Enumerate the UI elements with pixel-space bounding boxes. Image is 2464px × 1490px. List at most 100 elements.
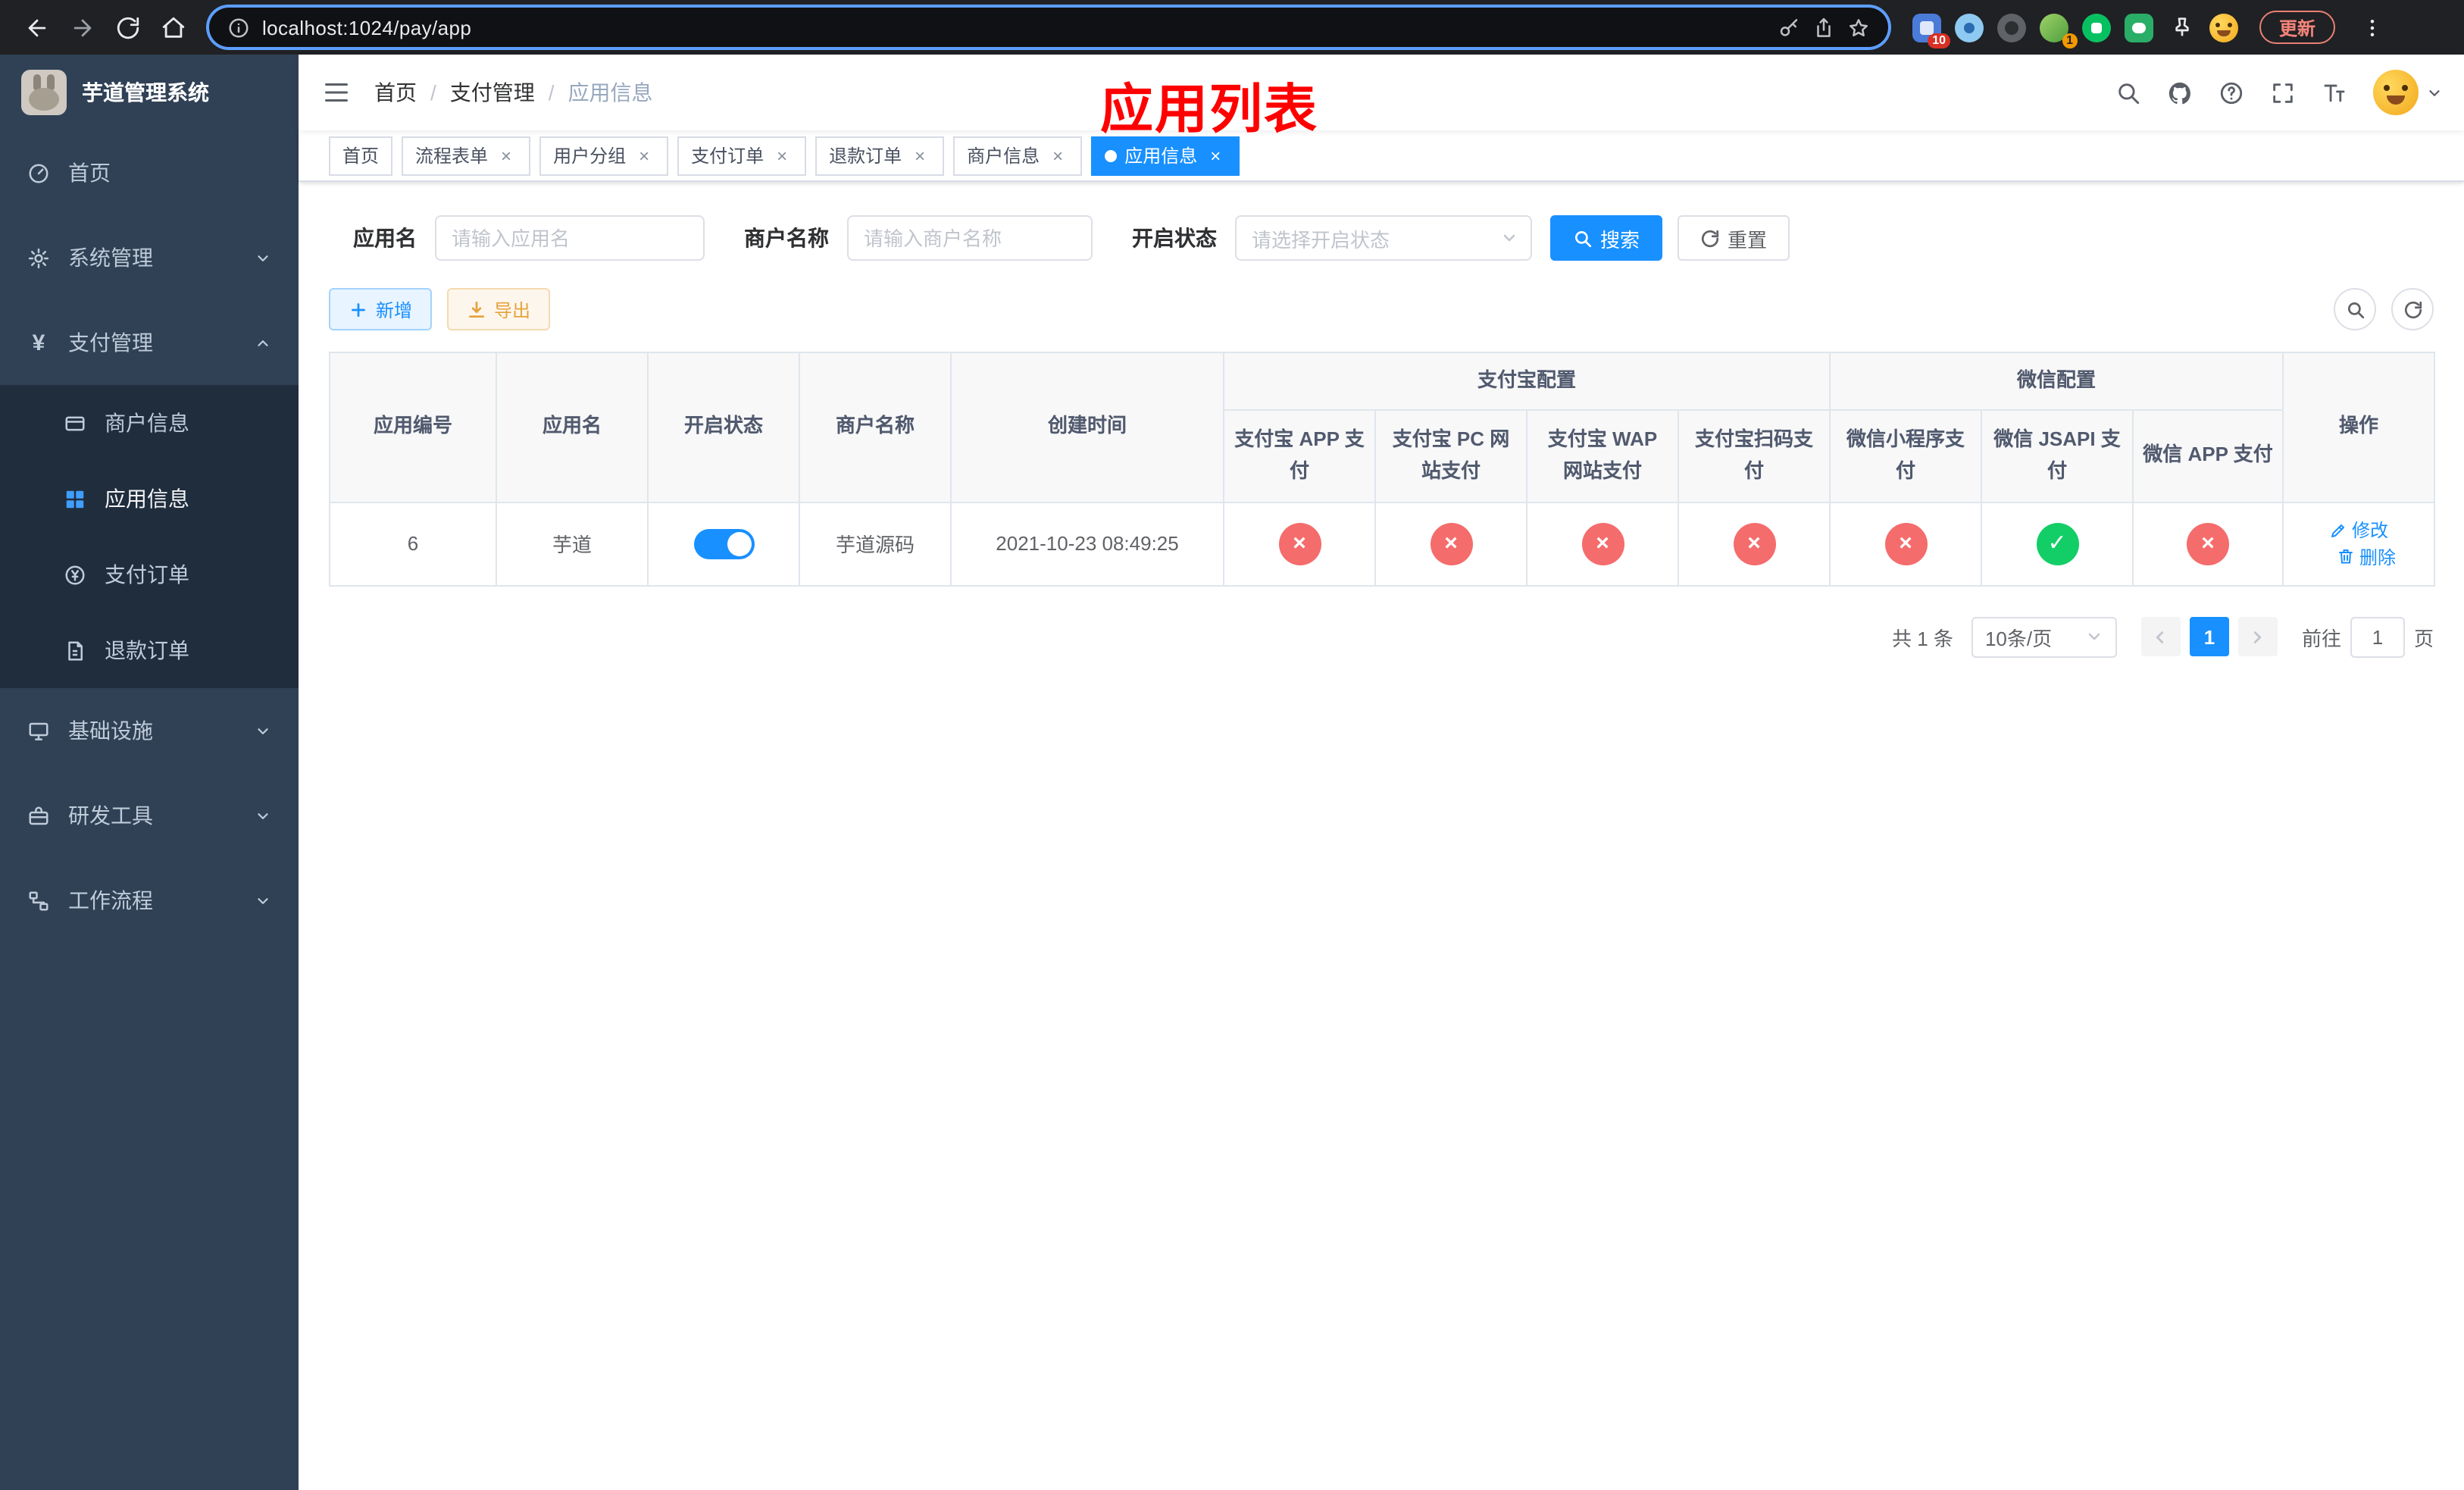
status-icon: ×: [1278, 522, 1321, 565]
tab-refund-order[interactable]: 退款订单 ×: [815, 136, 945, 175]
status-select[interactable]: 请选择开启状态: [1235, 215, 1532, 261]
help-icon[interactable]: [2219, 80, 2244, 105]
cell-app-name: 芋道: [496, 501, 649, 587]
column-header: 支付宝 WAP 网站支付: [1526, 409, 1679, 503]
sidebar-item-infrastructure[interactable]: 基础设施: [0, 688, 299, 773]
tab-process-form[interactable]: 流程表单 ×: [402, 136, 531, 175]
extension-wechat-icon[interactable]: [2125, 13, 2153, 42]
sidebar-item-label: 研发工具: [68, 803, 153, 828]
filter-form: 应用名 商户名称 开启状态 请选择开启状态: [329, 215, 2434, 261]
site-info-icon[interactable]: [227, 16, 250, 39]
sidebar-item-label: 基础设施: [68, 718, 153, 743]
toolbox-icon: [27, 804, 50, 827]
tab-label: 支付订单: [691, 146, 765, 167]
bookmark-star-icon[interactable]: [1847, 16, 1870, 39]
browser-update-button[interactable]: 更新: [2259, 11, 2336, 44]
page-number-current[interactable]: 1: [2189, 617, 2229, 657]
merchant-name-input[interactable]: [847, 215, 1093, 261]
app-table: 应用编号 应用名 开启状态 商户名称 创建时间 支付宝配置 微信配置 操作 支付…: [329, 352, 2436, 587]
github-icon[interactable]: [2167, 80, 2193, 105]
status-icon: ✓: [2036, 522, 2079, 565]
sidebar-item-pay-order[interactable]: 支付订单: [0, 537, 299, 612]
cell-enable-status: [647, 501, 800, 587]
extension-drop-icon[interactable]: [1955, 13, 1984, 42]
close-icon[interactable]: ×: [909, 145, 930, 166]
user-menu[interactable]: [2373, 70, 2443, 115]
font-size-icon[interactable]: [2322, 80, 2347, 105]
browser-forward-button[interactable]: [61, 6, 103, 49]
browser-refresh-button[interactable]: [106, 6, 149, 49]
close-icon[interactable]: ×: [633, 145, 655, 166]
app-name-label: 应用名: [353, 226, 417, 250]
add-button[interactable]: 新增: [329, 288, 433, 330]
hamburger-icon[interactable]: [323, 79, 350, 106]
extension-avatar-icon[interactable]: 1: [2040, 13, 2078, 48]
extension-puzzle-icon[interactable]: 10: [1912, 13, 1950, 48]
status-label: 开启状态: [1132, 226, 1217, 250]
extension-wechat-devtools-icon[interactable]: [2082, 13, 2111, 42]
edit-link[interactable]: 修改: [2329, 517, 2388, 543]
sidebar-item-refund-order[interactable]: 退款订单: [0, 612, 299, 688]
password-key-icon[interactable]: [1778, 16, 1800, 39]
export-button[interactable]: 导出: [447, 288, 551, 330]
browser-toolbar: localhost:1024/pay/app 10 1 更新: [0, 0, 2464, 55]
browser-back-button[interactable]: [15, 6, 58, 49]
close-icon[interactable]: ×: [1047, 145, 1068, 166]
download-icon: [467, 299, 486, 319]
app-logo[interactable]: 芋道管理系统: [0, 55, 299, 130]
prev-page-button[interactable]: [2140, 617, 2181, 657]
column-header: 微信 APP 支付: [2132, 409, 2284, 503]
extension-badge: 1: [2062, 33, 2078, 48]
url-text[interactable]: localhost:1024/pay/app: [262, 16, 1765, 39]
search-button[interactable]: 搜索: [1550, 215, 1663, 261]
close-icon[interactable]: ×: [771, 145, 793, 166]
chevron-up-icon: [255, 334, 271, 351]
extension-dark-icon[interactable]: [1997, 13, 2026, 42]
breadcrumb-payment[interactable]: 支付管理: [450, 77, 535, 108]
next-page-button[interactable]: [2237, 617, 2278, 657]
refresh-table-button[interactable]: [2391, 288, 2434, 330]
sidebar-item-home[interactable]: 首页: [0, 130, 299, 215]
sidebar-item-payment[interactable]: ¥ 支付管理: [0, 300, 299, 385]
status-icon: ×: [1733, 522, 1775, 565]
pin-icon[interactable]: [2167, 13, 2196, 42]
trash-icon: [2339, 549, 2353, 564]
fullscreen-icon[interactable]: [2270, 80, 2296, 105]
browser-home-button[interactable]: [152, 6, 194, 49]
share-icon[interactable]: [1812, 16, 1835, 39]
delete-link[interactable]: 删除: [2337, 543, 2396, 569]
chevron-down-icon: [255, 722, 271, 739]
tab-merchant-info[interactable]: 商户信息 ×: [953, 136, 1083, 175]
status-select-placeholder: 请选择开启状态: [1252, 228, 1390, 251]
app-name-input[interactable]: [435, 215, 705, 261]
extensions-strip: 10 1: [1912, 13, 2238, 48]
browser-menu-button[interactable]: [2350, 6, 2393, 49]
column-header: 微信 JSAPI 支付: [1981, 409, 2134, 503]
address-bar[interactable]: localhost:1024/pay/app: [209, 8, 1888, 47]
goto-page-input[interactable]: [2350, 616, 2405, 658]
search-icon[interactable]: [2115, 80, 2141, 105]
sidebar-item-merchant-info[interactable]: 商户信息: [0, 385, 299, 461]
enable-switch[interactable]: [693, 528, 754, 559]
sidebar-item-label: 支付管理: [68, 330, 153, 355]
toggle-search-button[interactable]: [2334, 288, 2376, 330]
screen: localhost:1024/pay/app 10 1 更新 芋道管理系统 首页…: [0, 0, 2464, 1490]
tab-label: 商户信息: [967, 146, 1040, 167]
navbar-actions: [2115, 70, 2443, 115]
tab-pay-order[interactable]: 支付订单 ×: [677, 136, 807, 175]
reset-button[interactable]: 重置: [1678, 215, 1790, 261]
page-size-select[interactable]: 10条/页: [1971, 616, 2117, 658]
table-toolbar-right: [2334, 288, 2434, 330]
sidebar-item-app-info[interactable]: 应用信息: [0, 461, 299, 537]
sidebar-item-system[interactable]: 系统管理: [0, 215, 299, 300]
sidebar-item-workflow[interactable]: 工作流程: [0, 858, 299, 943]
column-header: 应用名: [496, 352, 649, 503]
tab-user-group[interactable]: 用户分组 ×: [539, 136, 669, 175]
extension-emoji-icon[interactable]: [2209, 13, 2238, 42]
page-content: 应用名 商户名称 开启状态 请选择开启状态: [299, 182, 2464, 1490]
sidebar-item-dev-tools[interactable]: 研发工具: [0, 773, 299, 858]
close-icon[interactable]: ×: [496, 145, 517, 166]
breadcrumb-home[interactable]: 首页: [374, 77, 417, 108]
close-icon[interactable]: ×: [1205, 145, 1226, 166]
tab-home[interactable]: 首页: [329, 136, 393, 175]
